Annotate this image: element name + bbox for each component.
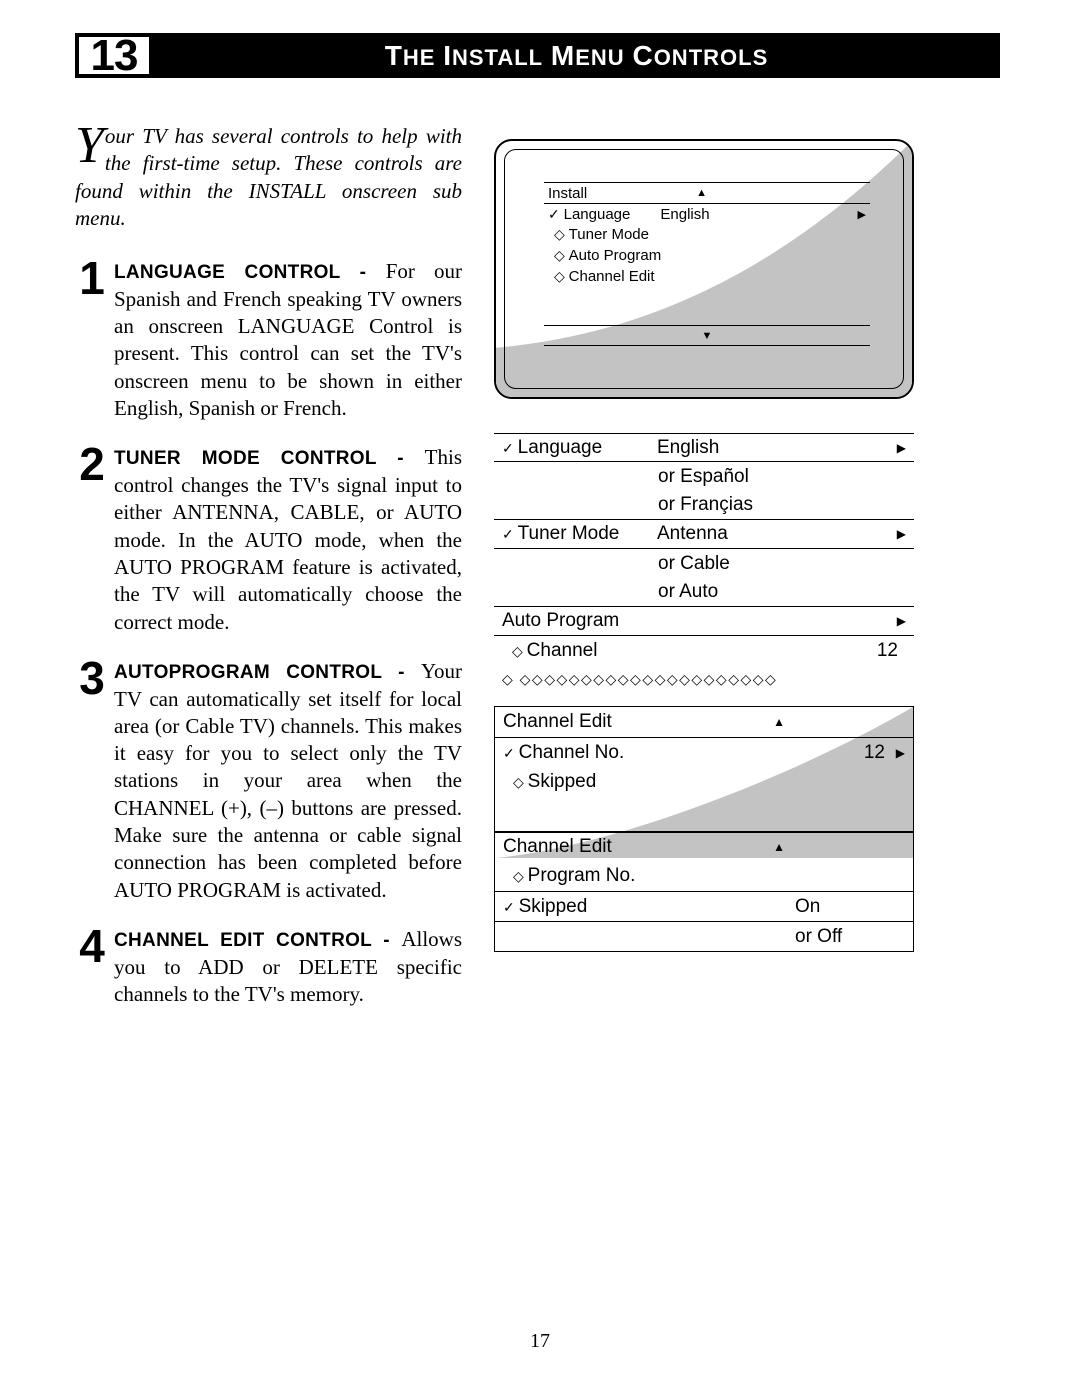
step-1: 1 LANGUAGE CONTROL - For our Spanish and… xyxy=(75,258,462,422)
step-number: 4 xyxy=(75,926,109,1008)
chedit2-row-value: On xyxy=(795,896,905,918)
tvmenu-row-label: Channel Edit xyxy=(554,268,655,285)
step-title: TUNER MODE CONTROL - xyxy=(114,448,425,469)
right-arrow-icon: ▶ xyxy=(858,208,866,221)
down-arrow-icon: ▼ xyxy=(702,330,713,342)
tuner-label: Tuner Mode xyxy=(502,523,619,545)
step-2: 2 TUNER MODE CONTROL - This control chan… xyxy=(75,444,462,635)
step-body: This control changes the TV's signal inp… xyxy=(114,445,462,633)
right-arrow-icon: ▶ xyxy=(892,527,906,541)
right-arrow-icon: ▶ xyxy=(885,746,905,760)
right-arrow-icon: ▶ xyxy=(892,614,906,628)
step-3: 3 AUTOPROGRAM CONTROL - Your TV can auto… xyxy=(75,658,462,904)
language-alt: or Françias xyxy=(658,494,753,516)
autoprogram-label: Auto Program xyxy=(502,610,619,632)
right-arrow-icon: ▶ xyxy=(892,441,906,455)
right-column: Install▲ LanguageEnglish▶ Tuner Mode Aut… xyxy=(494,123,914,1030)
chedit2-title: Channel Edit xyxy=(503,836,612,858)
diamond-progress-row: ◇ ◇◇◇◇◇◇◇◇◇◇◇◇◇◇◇◇◇◇◇◇◇ xyxy=(494,665,914,698)
language-label: Language xyxy=(502,437,602,459)
tuner-value: Antenna xyxy=(657,523,892,545)
up-arrow-icon: ▲ xyxy=(587,187,816,199)
channel-edit-box: Channel Edit ▲ Channel No. 12 ▶ Skipped … xyxy=(494,706,914,952)
up-arrow-icon: ▲ xyxy=(773,715,785,729)
tuner-alt: or Auto xyxy=(658,581,718,603)
tvmenu-row-label: Auto Program xyxy=(554,247,661,264)
tvmenu-title: Install xyxy=(548,185,587,202)
chedit1-title: Channel Edit xyxy=(503,711,612,733)
left-column: Your TV has several controls to help wit… xyxy=(75,123,462,1030)
step-title: CHANNEL EDIT CONTROL - xyxy=(114,930,401,951)
step-number: 3 xyxy=(75,658,109,904)
dropcap: Y xyxy=(75,125,105,168)
step-number: 1 xyxy=(75,258,109,422)
section-header: 13 THE INSTALL MENU CONTROLS xyxy=(75,33,1000,78)
chedit2-alt: or Off xyxy=(795,926,905,948)
tvmenu-row-value: English xyxy=(660,206,709,223)
language-alt: or Español xyxy=(658,466,749,488)
chedit2-row-label: Program No. xyxy=(513,865,635,887)
chedit1-row-label: Skipped xyxy=(513,771,596,793)
chedit1-row-value: 12 xyxy=(864,742,885,764)
install-detail-block: Language English ▶ or Español or Françia… xyxy=(494,433,914,698)
step-body: Your TV can automatically set itself for… xyxy=(114,659,462,902)
language-value: English xyxy=(657,437,892,459)
section-number-box: 13 xyxy=(75,33,153,78)
tvmenu-row-label: Tuner Mode xyxy=(554,226,649,243)
tv-screen: Install▲ Language English ▶ Tuner Mode Aut… xyxy=(494,139,914,399)
section-title: THE INSTALL MENU CONTROLS xyxy=(153,33,1000,78)
channel-label: Channel xyxy=(502,640,597,662)
chedit2-row-label: Skipped xyxy=(503,896,587,918)
step-title: AUTOPROGRAM CONTROL - xyxy=(114,662,421,683)
section-number: 13 xyxy=(91,31,138,81)
step-number: 2 xyxy=(75,444,109,635)
intro-text: our TV has several controls to help with… xyxy=(75,124,462,230)
step-title: LANGUAGE CONTROL - xyxy=(114,262,386,283)
tuner-alt: or Cable xyxy=(658,553,730,575)
channel-value: 12 xyxy=(846,640,906,662)
chedit1-row-label: Channel No. xyxy=(503,742,624,764)
up-arrow-icon: ▲ xyxy=(773,840,785,854)
intro-paragraph: Your TV has several controls to help wit… xyxy=(75,123,462,232)
page-number: 17 xyxy=(0,1330,1080,1353)
step-4: 4 CHANNEL EDIT CONTROL - Allows you to A… xyxy=(75,926,462,1008)
tvmenu-row-label: Language xyxy=(548,206,630,223)
step-body: For our Spanish and French speaking TV o… xyxy=(114,259,462,420)
